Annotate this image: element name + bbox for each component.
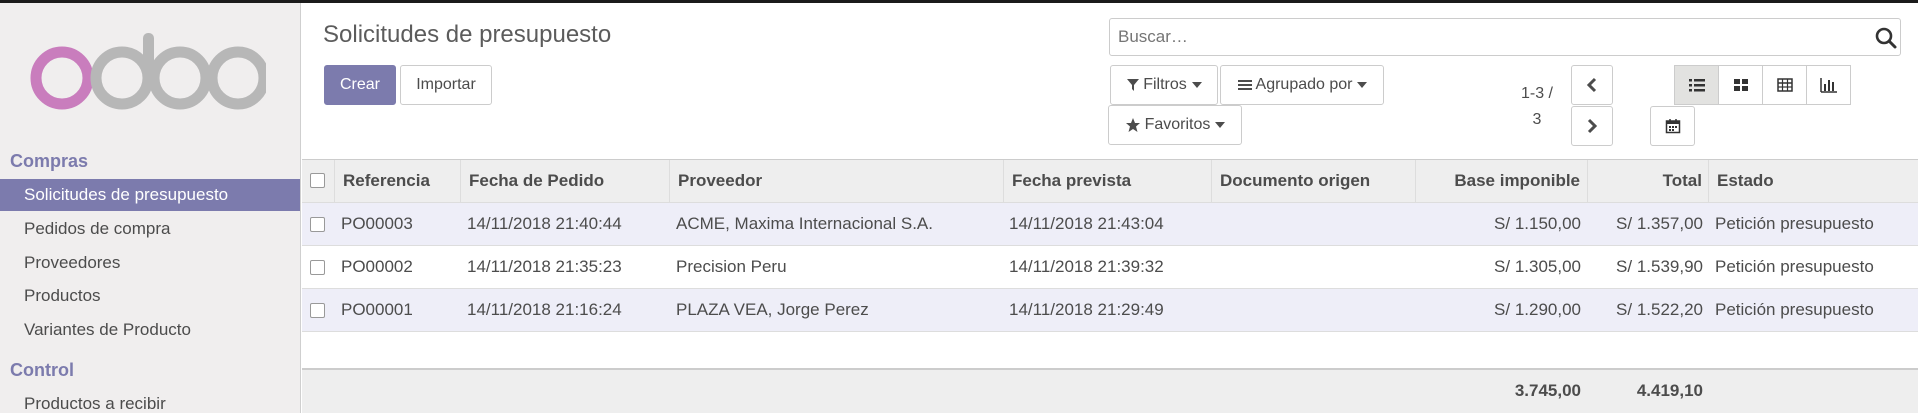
total-cell: S/ 1.539,90: [1616, 257, 1703, 276]
chevron-left-icon: [1586, 77, 1597, 93]
status-cell: Petición presupuesto: [1715, 300, 1874, 319]
order-date-cell: 14/11/2018 21:16:24: [467, 300, 622, 319]
chevron-right-icon: [1587, 118, 1598, 134]
sidebar-item-variantes[interactable]: Variantes de Producto: [0, 314, 300, 346]
scheduled-date-cell: 14/11/2018 21:43:04: [1009, 214, 1164, 233]
favorites-label: Favoritos: [1144, 116, 1211, 133]
kanban-icon: [1733, 79, 1748, 91]
scheduled-date-cell: 14/11/2018 21:29:49: [1009, 300, 1164, 319]
groupby-label: Agrupado por: [1255, 76, 1353, 93]
filters-label: Filtros: [1143, 76, 1187, 93]
table-icon: [1776, 78, 1793, 92]
sidebar-item-productos[interactable]: Productos: [0, 280, 300, 312]
source-document-cell: [1218, 246, 1413, 289]
status-cell: Petición presupuesto: [1715, 257, 1874, 276]
order-date-cell: 14/11/2018 21:40:44: [467, 214, 622, 233]
status-cell: Petición presupuesto: [1715, 214, 1874, 233]
table-footer: 3.745,00 4.419,10: [302, 370, 1918, 413]
source-document-cell: [1218, 203, 1413, 246]
chevron-down-icon: [1215, 122, 1226, 128]
column-header[interactable]: Proveedor: [671, 160, 1004, 203]
pager-next-button[interactable]: [1571, 106, 1613, 146]
table-empty-row: [302, 332, 1918, 370]
list-view-button[interactable]: [1674, 65, 1719, 105]
pivot-view-button[interactable]: [1762, 65, 1807, 105]
reference-cell: PO00002: [341, 257, 413, 276]
search-box: [1109, 18, 1901, 56]
source-document-cell: [1218, 289, 1413, 332]
base-total: 3.745,00: [1514, 381, 1581, 400]
chevron-down-icon: [1357, 82, 1368, 88]
vendor-cell: Precision Peru: [676, 257, 787, 276]
scheduled-date-cell: 14/11/2018 21:39:32: [1009, 257, 1164, 276]
row-checkbox[interactable]: [310, 217, 325, 232]
vendor-cell: ACME, Maxima Internacional S.A.: [676, 214, 933, 233]
filter-icon: [1127, 79, 1140, 91]
grand-total: 4.419,10: [1636, 381, 1703, 400]
sidebar-item-proveedores[interactable]: Proveedores: [0, 247, 300, 279]
select-all-checkbox[interactable]: [310, 173, 325, 188]
pager-range: 1-3 /: [1520, 85, 1553, 102]
order-date-cell: 14/11/2018 21:35:23: [467, 257, 622, 276]
column-header[interactable]: Documento origen: [1213, 160, 1416, 203]
chevron-down-icon: [1191, 82, 1202, 88]
table-row[interactable]: PO00001 14/11/2018 21:16:24 PLAZA VEA, J…: [302, 289, 1918, 332]
sidebar-item-productos-recibir[interactable]: Productos a recibir: [0, 388, 300, 413]
total-cell: S/ 1.357,00: [1616, 214, 1703, 233]
row-checkbox[interactable]: [310, 260, 325, 275]
pager-total: 3: [1532, 111, 1542, 128]
menu-section-control: Control: [10, 360, 74, 380]
odoo-logo: [30, 33, 266, 110]
page-title: Solicitudes de presupuesto: [323, 21, 612, 48]
reference-cell: PO00001: [341, 300, 413, 319]
sidebar-item-pedidos[interactable]: Pedidos de compra: [0, 213, 300, 245]
untaxed-amount-cell: S/ 1.305,00: [1494, 257, 1581, 276]
graph-view-button[interactable]: [1806, 65, 1851, 105]
calendar-view-button[interactable]: [1650, 106, 1695, 146]
kanban-view-button[interactable]: [1718, 65, 1763, 105]
calendar-icon: [1665, 119, 1680, 134]
favorites-button[interactable]: Favoritos: [1108, 105, 1242, 145]
sidebar: Compras Solicitudes de presupuesto Pedid…: [0, 3, 301, 413]
filters-button[interactable]: Filtros: [1110, 65, 1218, 105]
row-checkbox[interactable]: [310, 303, 325, 318]
main-content: Solicitudes de presupuesto Crear Importa…: [302, 3, 1918, 413]
column-header[interactable]: Base imponible: [1417, 160, 1588, 203]
table-row[interactable]: PO00003 14/11/2018 21:40:44 ACME, Maxima…: [302, 203, 1918, 246]
star-icon: [1125, 118, 1140, 132]
search-icon[interactable]: [1874, 26, 1898, 50]
column-header[interactable]: Fecha de Pedido: [462, 160, 670, 203]
import-button[interactable]: Importar: [400, 65, 492, 105]
column-header[interactable]: Estado: [1710, 160, 1918, 203]
bars-icon: [1237, 80, 1252, 90]
column-header[interactable]: Fecha prevista: [1005, 160, 1212, 203]
pager-value[interactable]: 1-3 / 3: [1505, 81, 1569, 133]
pager-previous-button[interactable]: [1571, 65, 1613, 105]
create-button[interactable]: Crear: [324, 65, 396, 105]
list-icon: [1688, 79, 1705, 92]
menu-section-compras: Compras: [10, 151, 89, 171]
untaxed-amount-cell: S/ 1.150,00: [1494, 214, 1581, 233]
total-cell: S/ 1.522,20: [1616, 300, 1703, 319]
table-header: Referencia Fecha de Pedido Proveedor Fec…: [302, 159, 1918, 203]
search-input[interactable]: [1110, 19, 1860, 55]
vendor-cell: PLAZA VEA, Jorge Perez: [676, 300, 869, 319]
column-header[interactable]: Referencia: [336, 160, 461, 203]
bar-chart-icon: [1819, 78, 1837, 93]
groupby-button[interactable]: Agrupado por: [1220, 65, 1384, 105]
sidebar-item-solicitudes[interactable]: Solicitudes de presupuesto: [0, 179, 300, 211]
column-header[interactable]: Total: [1589, 160, 1709, 203]
table-row[interactable]: PO00002 14/11/2018 21:35:23 Precision Pe…: [302, 246, 1918, 289]
reference-cell: PO00003: [341, 214, 413, 233]
untaxed-amount-cell: S/ 1.290,00: [1494, 300, 1581, 319]
